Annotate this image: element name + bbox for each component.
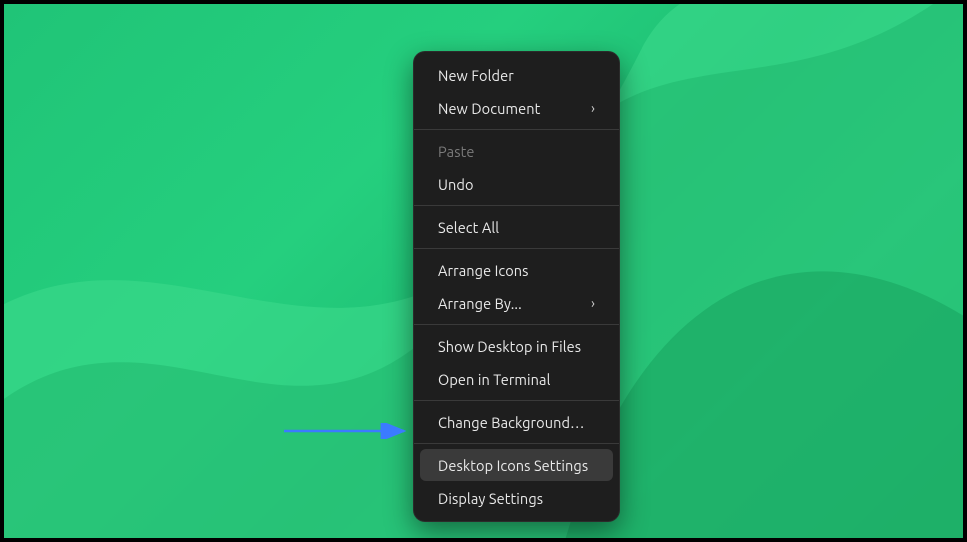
menu-item-label: Open in Terminal [438,371,595,388]
desktop-context-menu: New Folder New Document › Paste Undo Select A… [413,51,620,522]
menu-item-display-settings[interactable]: Display Settings [420,482,613,514]
chevron-right-icon: › [591,296,595,310]
menu-separator [414,129,619,130]
menu-item-select-all[interactable]: Select All [420,211,613,243]
menu-item-change-background[interactable]: Change Background… [420,406,613,438]
menu-separator [414,205,619,206]
menu-separator [414,443,619,444]
menu-item-arrange-by[interactable]: Arrange By... › [420,287,613,319]
menu-item-label: Display Settings [438,490,595,507]
menu-item-arrange-icons[interactable]: Arrange Icons [420,254,613,286]
menu-item-label: Desktop Icons Settings [438,457,595,474]
menu-separator [414,400,619,401]
menu-item-label: Show Desktop in Files [438,338,595,355]
menu-item-open-in-terminal[interactable]: Open in Terminal [420,363,613,395]
menu-item-show-desktop-in-files[interactable]: Show Desktop in Files [420,330,613,362]
menu-item-new-folder[interactable]: New Folder [420,59,613,91]
menu-item-label: Arrange By... [438,295,583,312]
menu-separator [414,324,619,325]
menu-item-label: Paste [438,143,595,160]
menu-item-label: Undo [438,176,595,193]
menu-item-label: New Document [438,100,583,117]
menu-item-undo[interactable]: Undo [420,168,613,200]
menu-separator [414,248,619,249]
chevron-right-icon: › [591,101,595,115]
menu-item-label: Arrange Icons [438,262,595,279]
menu-item-label: New Folder [438,67,595,84]
menu-item-label: Select All [438,219,595,236]
menu-item-paste: Paste [420,135,613,167]
menu-item-new-document[interactable]: New Document › [420,92,613,124]
menu-item-label: Change Background… [438,414,595,431]
menu-item-desktop-icons-settings[interactable]: Desktop Icons Settings [420,449,613,481]
